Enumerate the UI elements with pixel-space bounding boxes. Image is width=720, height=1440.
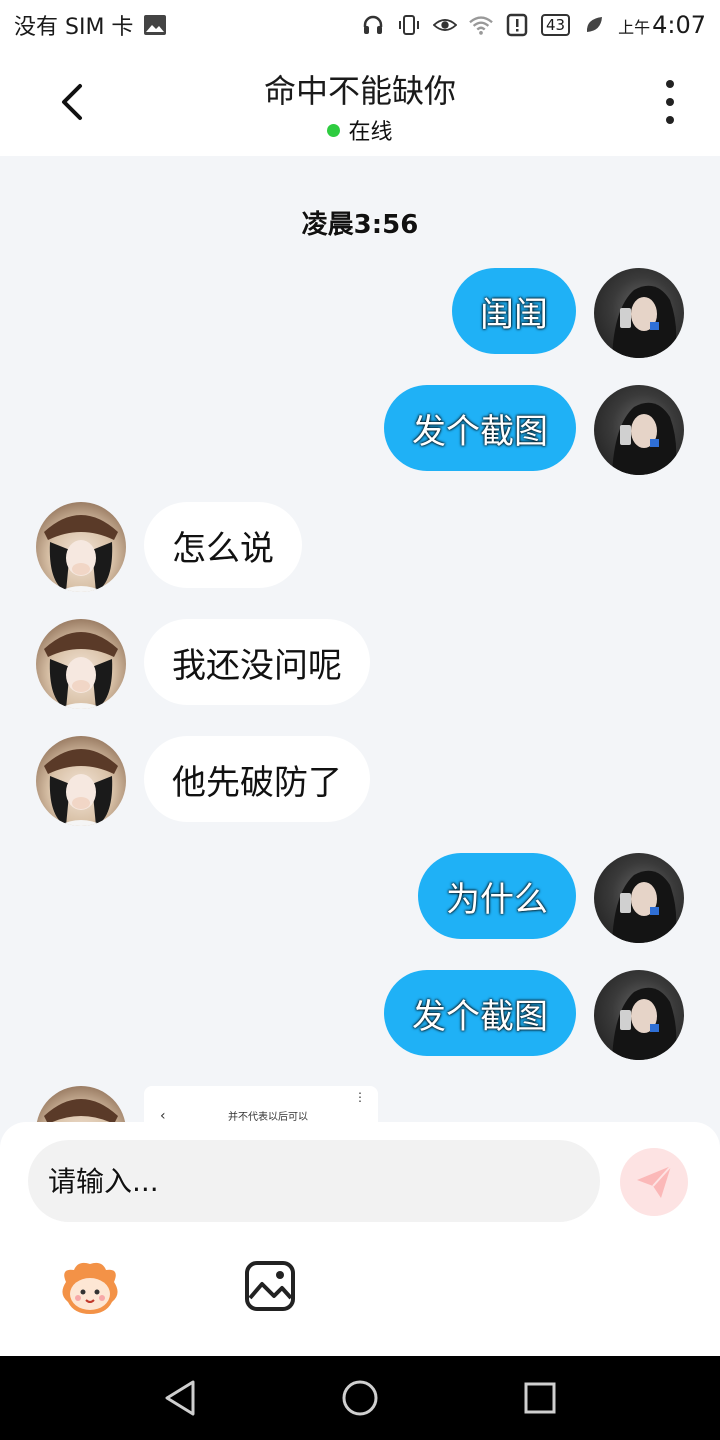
chat-messages[interactable]: 凌晨3:56 闺闺 发个截图 怎么说 我还没问呢 他先破防了 为什么 发个截图 … <box>0 156 720 1122</box>
nav-back-button[interactable] <box>160 1378 200 1418</box>
incoming-message[interactable]: 怎么说 <box>144 502 302 588</box>
nav-recents-button[interactable] <box>520 1378 560 1418</box>
eye-comfort-icon <box>432 13 457 37</box>
my-avatar[interactable] <box>594 268 684 358</box>
more-dot-icon <box>666 116 674 124</box>
online-dot-icon <box>327 123 341 137</box>
cartoon-emoji-icon <box>62 1262 118 1314</box>
headset-icon <box>361 13 385 37</box>
carrier-label: 没有 SIM 卡 <box>14 15 134 40</box>
more-dot-icon <box>666 98 674 106</box>
my-avatar[interactable] <box>594 970 684 1060</box>
contact-name: 命中不能缺你 <box>263 72 456 110</box>
send-icon <box>637 1165 672 1198</box>
alert-icon <box>505 13 529 37</box>
triangle-back-icon <box>165 1380 195 1416</box>
circle-home-icon <box>342 1380 378 1416</box>
contact-avatar[interactable] <box>36 502 126 592</box>
input-panel <box>0 1122 720 1356</box>
contact-avatar[interactable] <box>36 736 126 826</box>
outgoing-message[interactable]: 闺闺 <box>452 268 576 354</box>
send-button[interactable] <box>620 1148 688 1216</box>
contact-avatar[interactable] <box>36 1086 126 1122</box>
image-message[interactable]: ‹ 并不代表以后可以 ⋮ <box>144 1086 378 1122</box>
chat-header: 命中不能缺你 在线 <box>0 50 720 156</box>
more-options-button[interactable] <box>656 80 684 124</box>
outgoing-message[interactable]: 为什么 <box>418 853 576 939</box>
nav-home-button[interactable] <box>340 1378 380 1418</box>
image-picker-button[interactable] <box>244 1260 296 1312</box>
leaf-icon <box>582 13 606 37</box>
more-dot-icon <box>666 80 674 88</box>
image-icon <box>245 1261 295 1311</box>
my-avatar[interactable] <box>594 853 684 943</box>
online-status-label: 在线 <box>348 120 393 145</box>
battery-indicator: 43 <box>540 14 571 36</box>
incoming-message[interactable]: 我还没问呢 <box>144 619 370 705</box>
outgoing-message[interactable]: 发个截图 <box>384 385 576 471</box>
emoji-button[interactable] <box>56 1258 124 1318</box>
my-avatar[interactable] <box>594 385 684 475</box>
incoming-message[interactable]: 他先破防了 <box>144 736 370 822</box>
message-input[interactable] <box>28 1140 600 1222</box>
clock: 上午4:07 <box>618 11 706 39</box>
system-nav-bar <box>0 1356 720 1440</box>
message-timestamp: 凌晨3:56 <box>301 210 419 240</box>
preview-title: 并不代表以后可以 <box>228 1112 308 1122</box>
square-recents-icon <box>524 1382 556 1414</box>
contact-avatar[interactable] <box>36 619 126 709</box>
wifi-icon <box>469 13 493 37</box>
preview-back-icon: ‹ <box>160 1108 166 1122</box>
outgoing-message[interactable]: 发个截图 <box>384 970 576 1056</box>
gallery-notification-icon <box>143 13 167 37</box>
vibrate-icon <box>397 13 421 37</box>
preview-more-icon: ⋮ <box>354 1090 366 1104</box>
online-status: 在线 <box>327 114 393 146</box>
status-bar: 没有 SIM 卡 43 上午4:07 <box>0 0 720 50</box>
